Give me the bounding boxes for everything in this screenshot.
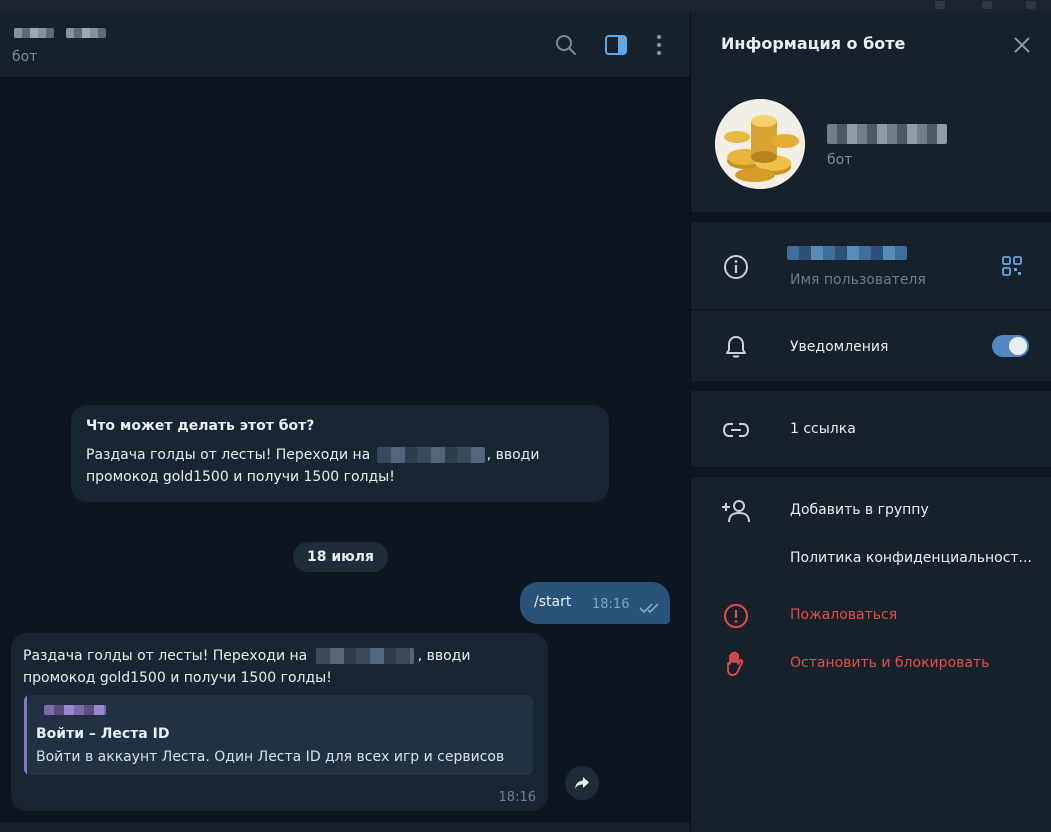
preview-site-name-redacted — [44, 705, 106, 715]
double-check-icon — [639, 599, 663, 618]
section-divider — [691, 381, 1051, 391]
avatar[interactable] — [715, 99, 805, 189]
add-to-group-button[interactable]: Добавить в группу — [790, 502, 929, 518]
block-hand-icon — [721, 649, 751, 679]
chat-title-redacted — [14, 28, 54, 38]
message-text: Раздача голды от лесты! Переходи на , вв… — [23, 648, 471, 686]
bot-name-redacted — [827, 124, 947, 144]
chat-subtitle: бот — [12, 49, 38, 65]
bot-description-card: Что может делать этот бот? Раздача голды… — [71, 405, 609, 502]
outgoing-message[interactable]: /start 18:16 — [520, 582, 670, 624]
date-divider: 18 июля — [293, 542, 388, 572]
bot-subtitle: бот — [827, 152, 853, 168]
panel-title: Информация о боте — [721, 34, 906, 53]
link-icon — [721, 415, 751, 445]
username-caption: Имя пользователя — [790, 272, 926, 288]
section-divider — [691, 467, 1051, 477]
close-icon[interactable] — [1009, 32, 1035, 58]
privacy-policy-link[interactable]: Политика конфиденциальност... — [790, 550, 1032, 566]
preview-title: Войти – Леста ID — [36, 726, 170, 742]
username-redacted[interactable] — [787, 246, 907, 260]
report-button[interactable]: Пожаловаться — [790, 607, 897, 623]
links-row[interactable]: 1 ссылка — [790, 421, 856, 437]
message-time: 18:16 — [592, 597, 630, 612]
composer-edge — [0, 822, 690, 832]
preview-description: Войти в аккаунт Леста. Один Леста ID для… — [36, 749, 505, 765]
chat-pane: бот Что может делать этот бот? Раздача г… — [0, 12, 690, 832]
bell-icon — [721, 332, 751, 362]
window-close-button[interactable] — [1026, 1, 1036, 9]
stop-and-block-button[interactable]: Остановить и блокировать — [790, 655, 989, 671]
redacted-link[interactable] — [315, 648, 414, 664]
message-text: /start — [534, 594, 572, 610]
bot-description-title: Что может делать этот бот? — [86, 418, 315, 434]
share-icon[interactable] — [565, 766, 599, 800]
search-icon[interactable] — [553, 32, 579, 58]
chat-header[interactable]: бот — [0, 12, 690, 78]
link-preview[interactable]: Войти – Леста ID Войти в аккаунт Леста. … — [24, 695, 533, 775]
preview-accent-bar — [24, 695, 27, 775]
window-maximize-button[interactable] — [982, 1, 992, 9]
bot-description-text: Раздача голды от лесты! Переходи на , вв… — [86, 447, 540, 485]
window-titlebar — [0, 0, 1051, 12]
report-icon — [721, 601, 751, 631]
notifications-toggle[interactable] — [992, 335, 1029, 357]
info-icon — [721, 252, 751, 282]
message-time: 18:16 — [498, 790, 536, 805]
notifications-label: Уведомления — [790, 339, 889, 355]
bot-info-panel: Информация о боте бот Имя пользователя У — [690, 12, 1051, 832]
add-user-icon — [721, 496, 751, 526]
chat-title-redacted-2 — [66, 28, 106, 38]
toggle-knob — [1009, 337, 1027, 355]
window-minimize-button[interactable] — [935, 1, 945, 9]
incoming-message[interactable]: Раздача голды от лесты! Переходи на , вв… — [11, 633, 548, 811]
qr-code-icon[interactable] — [1001, 255, 1027, 281]
more-vertical-icon[interactable] — [646, 32, 672, 58]
messages-area[interactable]: Что может делать этот бот? Раздача голды… — [0, 78, 690, 822]
section-divider — [691, 212, 1051, 222]
redacted-link[interactable] — [376, 447, 485, 463]
sidebar-toggle-icon[interactable] — [603, 32, 629, 58]
section-divider — [691, 309, 1051, 311]
